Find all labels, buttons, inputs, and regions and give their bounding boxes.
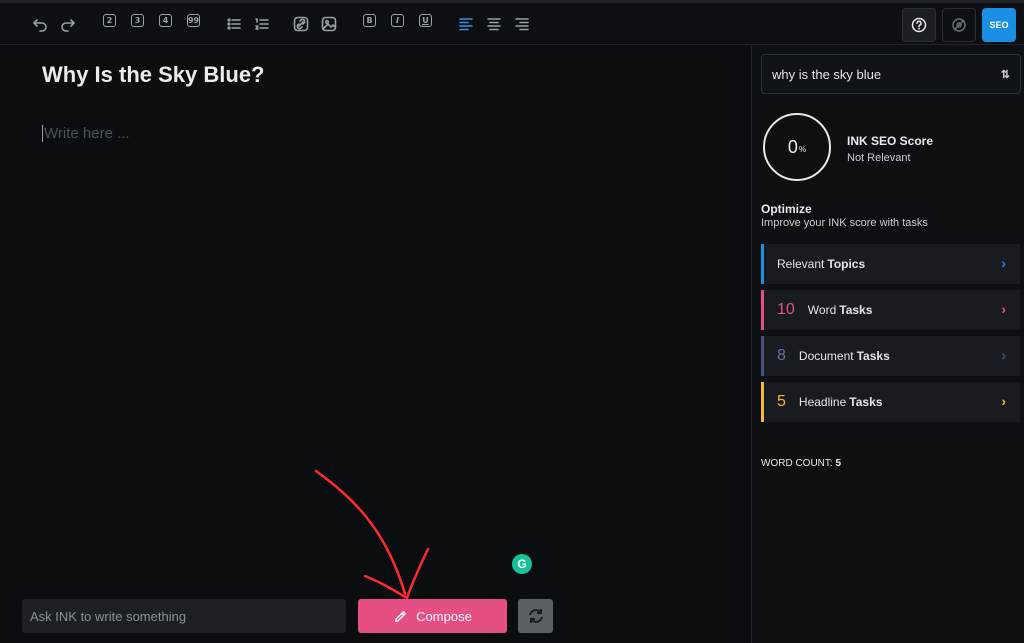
score-status: Not Relevant bbox=[847, 152, 911, 164]
task-document-tasks[interactable]: 8 Document Tasks › bbox=[761, 336, 1020, 376]
task-word-tasks[interactable]: 10 Word Tasks › bbox=[761, 290, 1020, 330]
sort-icon[interactable]: ⇅ bbox=[1001, 68, 1010, 81]
focus-mode-button[interactable] bbox=[942, 8, 976, 42]
heading-4-icon[interactable]: 4 bbox=[159, 14, 172, 27]
ask-ink-input[interactable] bbox=[22, 599, 346, 633]
grammarly-icon[interactable]: G bbox=[512, 554, 532, 574]
task-label-bold: Tasks bbox=[856, 349, 890, 363]
task-count: 5 bbox=[777, 393, 786, 410]
align-left-icon[interactable] bbox=[457, 15, 475, 33]
compose-label: Compose bbox=[416, 608, 472, 624]
undo-icon[interactable] bbox=[31, 15, 49, 33]
text-caret bbox=[42, 125, 43, 142]
compose-button[interactable]: Compose bbox=[358, 599, 507, 633]
bold-icon[interactable]: B bbox=[363, 14, 376, 27]
task-label: Relevant bbox=[777, 257, 825, 271]
eye-off-icon bbox=[952, 18, 966, 32]
score-title: INK SEO Score bbox=[847, 134, 934, 148]
task-relevant-topics[interactable]: Relevant Topics › bbox=[761, 244, 1020, 284]
seo-toggle-button[interactable]: SEO bbox=[982, 8, 1016, 42]
bullet-list-icon[interactable] bbox=[225, 15, 243, 33]
heading-2-icon[interactable]: 2 bbox=[103, 14, 116, 27]
chevron-right-icon: › bbox=[1001, 393, 1006, 409]
task-label-bold: Tasks bbox=[849, 395, 883, 409]
chevron-right-icon: › bbox=[1001, 347, 1006, 363]
body-placeholder[interactable]: Write here ... bbox=[44, 125, 130, 142]
score-ring: 0 % bbox=[763, 113, 831, 181]
align-center-icon[interactable] bbox=[485, 15, 503, 33]
quote-icon[interactable]: 99 bbox=[187, 14, 200, 27]
word-count-value: 5 bbox=[835, 458, 842, 469]
task-label-bold: Tasks bbox=[839, 303, 873, 317]
seo-sidebar: why is the sky blue ⇅ 0 % INK SEO Score … bbox=[752, 46, 1024, 643]
underline-icon[interactable]: U bbox=[419, 14, 432, 27]
pencil-icon bbox=[395, 610, 407, 622]
refresh-icon bbox=[528, 609, 543, 623]
task-count: 8 bbox=[777, 347, 786, 364]
task-label-bold: Topics bbox=[827, 257, 866, 271]
heading-3-icon[interactable]: 3 bbox=[131, 14, 144, 27]
word-count: WORD COUNT: 5 bbox=[761, 458, 841, 469]
score-value: 0 bbox=[787, 136, 798, 157]
numbered-list-icon[interactable] bbox=[253, 15, 271, 33]
align-right-icon[interactable] bbox=[513, 15, 531, 33]
optimize-title: Optimize bbox=[761, 202, 812, 216]
editor-toolbar: 2 3 4 99 B I U SEO bbox=[0, 3, 1024, 45]
task-count: 10 bbox=[777, 301, 795, 318]
task-label: Word bbox=[807, 303, 837, 317]
question-icon bbox=[911, 17, 927, 33]
score-unit: % bbox=[798, 144, 807, 154]
chevron-right-icon: › bbox=[1001, 255, 1006, 271]
keyword-field[interactable]: why is the sky blue ⇅ bbox=[761, 54, 1021, 94]
task-headline-tasks[interactable]: 5 Headline Tasks › bbox=[761, 382, 1020, 422]
image-icon[interactable] bbox=[320, 15, 338, 33]
task-label: Document bbox=[798, 349, 854, 363]
help-button[interactable] bbox=[902, 8, 936, 42]
chevron-right-icon: › bbox=[1001, 301, 1006, 317]
word-count-label: WORD COUNT: bbox=[761, 458, 833, 469]
editor-area[interactable]: Why Is the Sky Blue? Write here ... G Co… bbox=[0, 46, 751, 643]
italic-icon[interactable]: I bbox=[391, 14, 404, 27]
document-title[interactable]: Why Is the Sky Blue? bbox=[42, 62, 265, 88]
optimize-subtitle: Improve your INK score with tasks bbox=[761, 217, 928, 229]
link-icon[interactable] bbox=[292, 15, 310, 33]
refresh-button[interactable] bbox=[518, 599, 553, 633]
keyword-text: why is the sky blue bbox=[772, 66, 882, 82]
task-label: Headline bbox=[798, 395, 847, 409]
redo-icon[interactable] bbox=[59, 15, 77, 33]
